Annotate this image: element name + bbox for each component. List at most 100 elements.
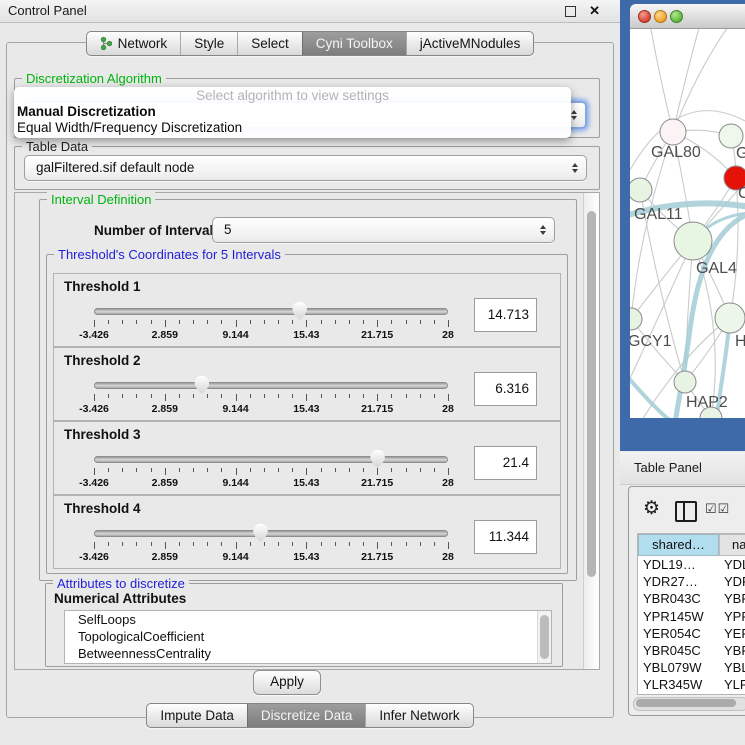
threshold-slider[interactable]: -3.4262.8599.14415.4321.71528 bbox=[88, 300, 454, 344]
table-row[interactable]: YDL19…YDL1 bbox=[638, 556, 745, 573]
table-cell: YDR2 bbox=[719, 573, 745, 590]
slider-handle[interactable] bbox=[370, 450, 385, 468]
tick-mark bbox=[377, 542, 378, 549]
table-header-row: shared… na bbox=[638, 534, 745, 556]
table-cell: YER0 bbox=[719, 625, 745, 642]
table-row[interactable]: YBL079WYBL0 bbox=[638, 659, 745, 676]
slider-track[interactable] bbox=[94, 530, 448, 537]
node-hap2[interactable] bbox=[674, 371, 696, 393]
attribute-item-betweennesscentrality[interactable]: BetweennessCentrality bbox=[65, 645, 551, 662]
threshold-slider[interactable]: -3.4262.8599.14415.4321.71528 bbox=[88, 448, 454, 492]
tick-mark bbox=[165, 468, 166, 475]
node-gal4[interactable] bbox=[674, 222, 712, 260]
slider-track[interactable] bbox=[94, 308, 448, 315]
table-row[interactable]: YDR27…YDR2 bbox=[638, 573, 745, 590]
minimize-traffic-light[interactable] bbox=[654, 10, 667, 23]
threshold-value-field[interactable]: 11.344 bbox=[474, 520, 537, 554]
tick-mark bbox=[349, 468, 350, 472]
slider-track[interactable] bbox=[94, 382, 448, 389]
tick-mark bbox=[250, 320, 251, 324]
slider-handle[interactable] bbox=[253, 524, 268, 542]
attributes-scrollbar-thumb[interactable] bbox=[540, 615, 549, 659]
gear-icon[interactable]: ⚙ bbox=[643, 497, 660, 521]
tab-network[interactable]: Network bbox=[87, 32, 181, 55]
tick-label: 21.715 bbox=[361, 403, 393, 415]
tab-cyni-toolbox[interactable]: Cyni Toolbox bbox=[302, 32, 406, 55]
tab-impute-data[interactable]: Impute Data bbox=[147, 704, 247, 727]
tick-mark bbox=[292, 320, 293, 324]
table-panel-window: ⚙ ☑☑ shared… na YDL19…YDL1YDR27…YDR2YBR0… bbox=[628, 486, 745, 716]
tick-mark bbox=[221, 468, 222, 472]
zoom-traffic-light[interactable] bbox=[670, 10, 683, 23]
interval-definition-title: Interval Definition bbox=[47, 192, 155, 207]
tab-label: Select bbox=[251, 32, 289, 55]
table-cell: YBR0 bbox=[719, 590, 745, 607]
slider-handle[interactable] bbox=[292, 302, 307, 320]
attribute-item-topologicalcoefficient[interactable]: TopologicalCoefficient bbox=[65, 628, 551, 645]
table-row[interactable]: YBR045CYBR0 bbox=[638, 642, 745, 659]
threshold-slider[interactable]: -3.4262.8599.14415.4321.71528 bbox=[88, 374, 454, 418]
node-gal11[interactable] bbox=[630, 178, 652, 202]
table-data-combobox[interactable]: galFiltered.sif default node bbox=[24, 155, 587, 181]
settings-scrollbar-thumb[interactable] bbox=[587, 211, 596, 577]
network-canvas[interactable]: GAL80 G C GAL11 GAL4 GCY1 H HAP2 bbox=[630, 29, 745, 418]
tab-infer-network[interactable]: Infer Network bbox=[365, 704, 472, 727]
attributes-scrollbar[interactable] bbox=[537, 611, 551, 663]
number-of-intervals-combobox[interactable]: 5 bbox=[212, 217, 555, 243]
float-window-icon[interactable] bbox=[565, 6, 576, 17]
tick-mark bbox=[236, 542, 237, 549]
threshold-slider[interactable]: -3.4262.8599.14415.4321.71528 bbox=[88, 522, 454, 566]
bottom-tab-bar: Impute DataDiscretize DataInfer Network bbox=[0, 703, 620, 728]
table-row[interactable]: YIL052CYIL0 bbox=[638, 694, 745, 696]
tick-mark bbox=[278, 394, 279, 398]
table-horizontal-scrollbar-thumb[interactable] bbox=[636, 699, 736, 707]
algorithm-option-manual[interactable]: Manual Discretization bbox=[14, 104, 571, 120]
table-row[interactable]: YER054CYER0 bbox=[638, 625, 745, 642]
algorithm-option-equal-width[interactable]: Equal Width/Frequency Discretization bbox=[14, 120, 571, 136]
tab-label: Style bbox=[194, 32, 224, 55]
table-row[interactable]: YLR345WYLR3 bbox=[638, 676, 745, 693]
tab-label: jActiveMNodules bbox=[420, 32, 521, 55]
table-row[interactable]: YBR043CYBR0 bbox=[638, 590, 745, 607]
slider-track[interactable] bbox=[94, 456, 448, 463]
tick-mark bbox=[335, 468, 336, 472]
tab-style[interactable]: Style bbox=[180, 32, 237, 55]
close-traffic-light[interactable] bbox=[638, 10, 651, 23]
tick-mark bbox=[406, 468, 407, 472]
interval-definition-group: Interval Definition Number of Intervals … bbox=[39, 199, 577, 581]
tab-select[interactable]: Select bbox=[237, 32, 302, 55]
threshold-value-field[interactable]: 14.713 bbox=[474, 298, 537, 332]
table-panel-title: Table Panel bbox=[634, 452, 702, 484]
column-header-name[interactable]: na bbox=[719, 534, 745, 556]
algorithm-popup-placeholder: Select algorithm to view settings bbox=[14, 88, 571, 104]
tab-discretize-data[interactable]: Discretize Data bbox=[247, 704, 366, 727]
tick-mark bbox=[236, 468, 237, 475]
select-columns-checkboxes-icon[interactable]: ☑☑ bbox=[705, 501, 730, 517]
slider-handle[interactable] bbox=[194, 376, 209, 394]
tick-mark bbox=[136, 320, 137, 324]
settings-scrollbar[interactable] bbox=[583, 193, 599, 669]
column-header-shared-name[interactable]: shared… bbox=[638, 534, 719, 556]
apply-button[interactable]: Apply bbox=[253, 670, 321, 695]
table-horizontal-scrollbar[interactable] bbox=[633, 697, 745, 711]
threshold-value-field[interactable]: 6.316 bbox=[474, 372, 537, 406]
table-row[interactable]: YPR145WYPR1 bbox=[638, 608, 745, 625]
attributes-group-title: Attributes to discretize bbox=[53, 576, 189, 591]
node-gcy1[interactable] bbox=[630, 308, 642, 330]
threshold-value-field[interactable]: 21.4 bbox=[474, 446, 537, 480]
attribute-item-selfloops[interactable]: SelfLoops bbox=[65, 611, 551, 628]
combo-arrows-icon bbox=[572, 163, 578, 173]
algorithm-group-title: Discretization Algorithm bbox=[22, 71, 166, 86]
node-gal80[interactable] bbox=[660, 119, 686, 145]
close-icon[interactable]: ✕ bbox=[589, 0, 600, 22]
label-gal80: GAL80 bbox=[651, 144, 701, 161]
node-partial-low[interactable] bbox=[715, 303, 745, 333]
tick-mark bbox=[321, 320, 322, 324]
split-columns-icon[interactable] bbox=[675, 501, 697, 522]
tick-mark bbox=[321, 468, 322, 472]
tick-mark bbox=[264, 468, 265, 472]
thresholds-group: Threshold's Coordinates for 5 Intervals … bbox=[46, 254, 568, 574]
tab-jactivemnodules[interactable]: jActiveMNodules bbox=[406, 32, 534, 55]
tick-label: 9.144 bbox=[222, 551, 248, 563]
slider-scale: -3.4262.8599.14415.4321.71528 bbox=[94, 477, 448, 489]
